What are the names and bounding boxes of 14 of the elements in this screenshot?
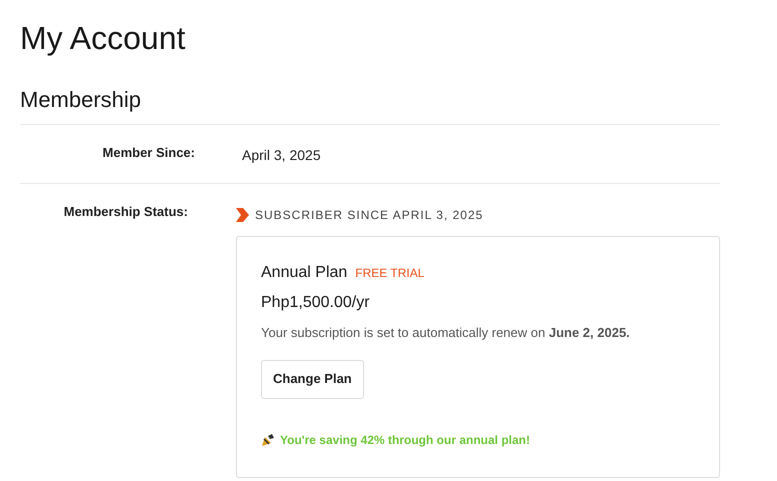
trial-label: FREE TRIAL: [355, 265, 424, 282]
field-value: April 3, 2025: [242, 147, 321, 163]
renewal-text: Your subscription is set to automatically renew on June 2, 2025.: [261, 324, 630, 342]
savings-message: You're saving 42% through our annual plan!: [280, 432, 530, 448]
section-title: Membership: [20, 86, 142, 114]
status-text: SUBSCRIBER SINCE APRIL 3, 2025: [255, 207, 484, 224]
field-label: Member Since:: [102, 145, 195, 162]
field-label: Membership Status:: [64, 204, 188, 221]
party-popper-icon: [261, 432, 275, 446]
page-title: My Account: [20, 19, 186, 58]
chevron-icon: [236, 208, 249, 222]
change-plan-button[interactable]: Change Plan: [261, 360, 364, 398]
plan-price: Php1,500.00/yr: [261, 293, 370, 313]
plan-name: Annual Plan: [261, 263, 348, 283]
